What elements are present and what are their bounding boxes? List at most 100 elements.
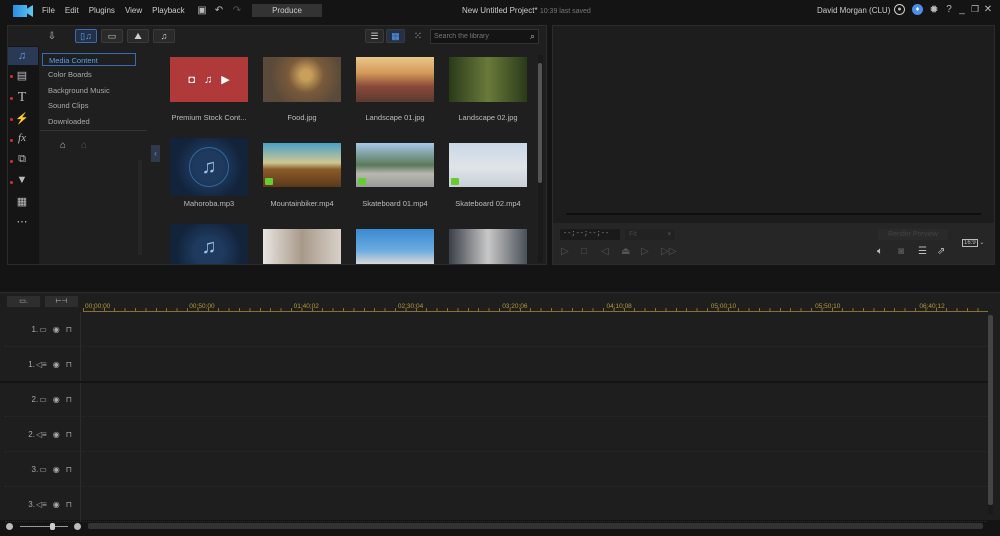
- zoom-slider[interactable]: [20, 523, 68, 530]
- category-scrollbar[interactable]: [138, 160, 142, 255]
- zoom-in-button[interactable]: [74, 523, 81, 530]
- mark-icon[interactable]: ⏏: [621, 246, 630, 257]
- timeline-vscrollbar[interactable]: [988, 315, 993, 515]
- category-sound-clips[interactable]: Sound Clips: [42, 99, 136, 112]
- category-downloaded[interactable]: Downloaded: [42, 115, 136, 128]
- notification-icon[interactable]: ♦: [912, 4, 923, 15]
- produce-button[interactable]: Produce: [252, 4, 322, 17]
- more-icon[interactable]: ⋯: [14, 216, 30, 228]
- category-color-boards[interactable]: Color Boards: [42, 68, 136, 81]
- fit-dropdown[interactable]: Fit ▾: [625, 229, 675, 240]
- media-item[interactable]: [356, 229, 434, 264]
- search-input[interactable]: [431, 30, 521, 43]
- subtitle-icon[interactable]: ☰: [918, 246, 927, 257]
- eye-icon[interactable]: ◉: [53, 325, 60, 334]
- next-frame-icon[interactable]: ▷: [641, 246, 649, 257]
- video-track[interactable]: 1. ▭ ◉ ⊓: [5, 312, 987, 347]
- menu-plugins[interactable]: Plugins: [89, 6, 115, 15]
- lock-icon[interactable]: ⊓: [66, 325, 72, 334]
- title-room-icon[interactable]: T: [14, 90, 30, 106]
- video-track[interactable]: 3. ▭ ◉ ⊓: [5, 452, 987, 487]
- search-box[interactable]: ⌕: [430, 29, 539, 44]
- previous-frame-icon[interactable]: ◁: [601, 246, 609, 257]
- snapshot-icon[interactable]: ◙: [898, 246, 904, 257]
- add-tag-icon[interactable]: ⌂: [57, 139, 69, 151]
- image-thumbnail: [263, 57, 341, 102]
- filter-all-media[interactable]: ▯♫: [75, 29, 97, 43]
- user-name[interactable]: David Morgan (CLU): [817, 6, 890, 15]
- media-item[interactable]: [449, 229, 527, 264]
- lock-icon[interactable]: ⊓: [66, 500, 72, 509]
- collapse-panel-button[interactable]: ‹: [151, 145, 160, 162]
- close-icon[interactable]: ✕: [983, 3, 993, 15]
- menu-playback[interactable]: Playback: [152, 6, 184, 15]
- audio-track[interactable]: 2. ◁≡ ◉ ⊓: [5, 417, 987, 452]
- save-icon[interactable]: ▣: [196, 4, 208, 16]
- category-media-content[interactable]: Media Content: [42, 53, 136, 66]
- audio-mixing-icon[interactable]: ▼: [14, 173, 30, 187]
- video-thumbnail: [449, 143, 527, 187]
- track-label: 2.: [31, 394, 39, 404]
- pip-room-icon[interactable]: ⚡: [14, 111, 30, 125]
- media-name: Food.jpg: [287, 113, 317, 122]
- help-icon[interactable]: ?: [944, 3, 954, 15]
- timecode-display[interactable]: --;--;--;--: [560, 229, 620, 240]
- fast-forward-icon[interactable]: ▷▷: [661, 246, 676, 257]
- eye-icon[interactable]: ◉: [53, 430, 60, 439]
- media-item[interactable]: ♫: [170, 224, 248, 264]
- stop-icon[interactable]: □: [581, 246, 587, 257]
- minimize-icon[interactable]: _: [957, 3, 967, 15]
- video-track[interactable]: 2. ▭ ◉ ⊓: [5, 382, 987, 417]
- aspect-ratio-button[interactable]: 16:9 ⌄: [962, 239, 984, 247]
- transition-room-icon[interactable]: ▤: [14, 68, 30, 82]
- timeline-ruler[interactable]: [83, 293, 988, 312]
- scroll-thumb[interactable]: [538, 63, 542, 183]
- render-preview-button[interactable]: Render Preview: [878, 229, 948, 240]
- menu-edit[interactable]: Edit: [65, 6, 79, 15]
- filter-video[interactable]: ▭: [101, 29, 123, 43]
- list-view-button[interactable]: ☰: [365, 29, 384, 43]
- subtitle-room-icon[interactable]: ▦: [14, 194, 30, 208]
- remove-tag-icon[interactable]: ⌂: [78, 139, 90, 151]
- eye-icon[interactable]: ◉: [53, 395, 60, 404]
- scroll-thumb[interactable]: [988, 315, 993, 505]
- redo-icon[interactable]: ↷: [231, 4, 243, 16]
- fit-timeline-button[interactable]: ⊢⊣: [45, 296, 78, 307]
- eye-icon[interactable]: ◉: [53, 500, 60, 509]
- eye-icon[interactable]: ◉: [53, 465, 60, 474]
- track-header: 2. ▭ ◉ ⊓: [5, 382, 81, 416]
- volume-icon[interactable]: 🔈︎: [877, 246, 883, 257]
- search-icon[interactable]: ⌕: [530, 31, 535, 42]
- account-icon[interactable]: ●: [894, 4, 905, 15]
- undo-icon[interactable]: ↶: [213, 4, 225, 16]
- grid-view-button[interactable]: ▦: [386, 29, 405, 43]
- aspect-value: 16:9: [962, 239, 978, 247]
- lock-icon[interactable]: ⊓: [66, 465, 72, 474]
- audio-track[interactable]: 3. ◁≡ ◉ ⊓: [5, 487, 987, 522]
- settings-icon[interactable]: ✹: [928, 3, 940, 16]
- filter-image[interactable]: ⛰: [127, 29, 149, 43]
- lock-icon[interactable]: ⊓: [66, 360, 72, 369]
- media-item[interactable]: [263, 229, 341, 264]
- lock-icon[interactable]: ⊓: [66, 395, 72, 404]
- import-media-icon[interactable]: ⇩: [45, 29, 59, 43]
- library-scrollbar[interactable]: [538, 55, 543, 263]
- lock-icon[interactable]: ⊓: [66, 430, 72, 439]
- undock-icon[interactable]: ⇗: [937, 246, 945, 257]
- preview-progress-bar[interactable]: [566, 213, 981, 215]
- menu-view[interactable]: View: [125, 6, 142, 15]
- thumbnail-size-icon[interactable]: ⁙: [412, 30, 424, 42]
- timeline-hscrollbar[interactable]: [88, 523, 983, 529]
- category-background-music[interactable]: Background Music: [42, 84, 136, 97]
- eye-icon[interactable]: ◉: [53, 360, 60, 369]
- zoom-slider-handle[interactable]: [50, 523, 55, 530]
- menu-file[interactable]: File: [42, 6, 55, 15]
- track-manager-button[interactable]: ▭.: [7, 296, 40, 307]
- effect-room-icon[interactable]: fx: [14, 131, 30, 145]
- restore-icon[interactable]: ❐: [970, 3, 980, 15]
- filter-audio[interactable]: ♫: [153, 29, 175, 43]
- audio-track[interactable]: 1. ◁≡ ◉ ⊓: [5, 347, 987, 382]
- play-icon[interactable]: ▷: [561, 246, 569, 257]
- zoom-out-button[interactable]: [6, 523, 13, 530]
- particle-room-icon[interactable]: ⧉: [14, 152, 30, 166]
